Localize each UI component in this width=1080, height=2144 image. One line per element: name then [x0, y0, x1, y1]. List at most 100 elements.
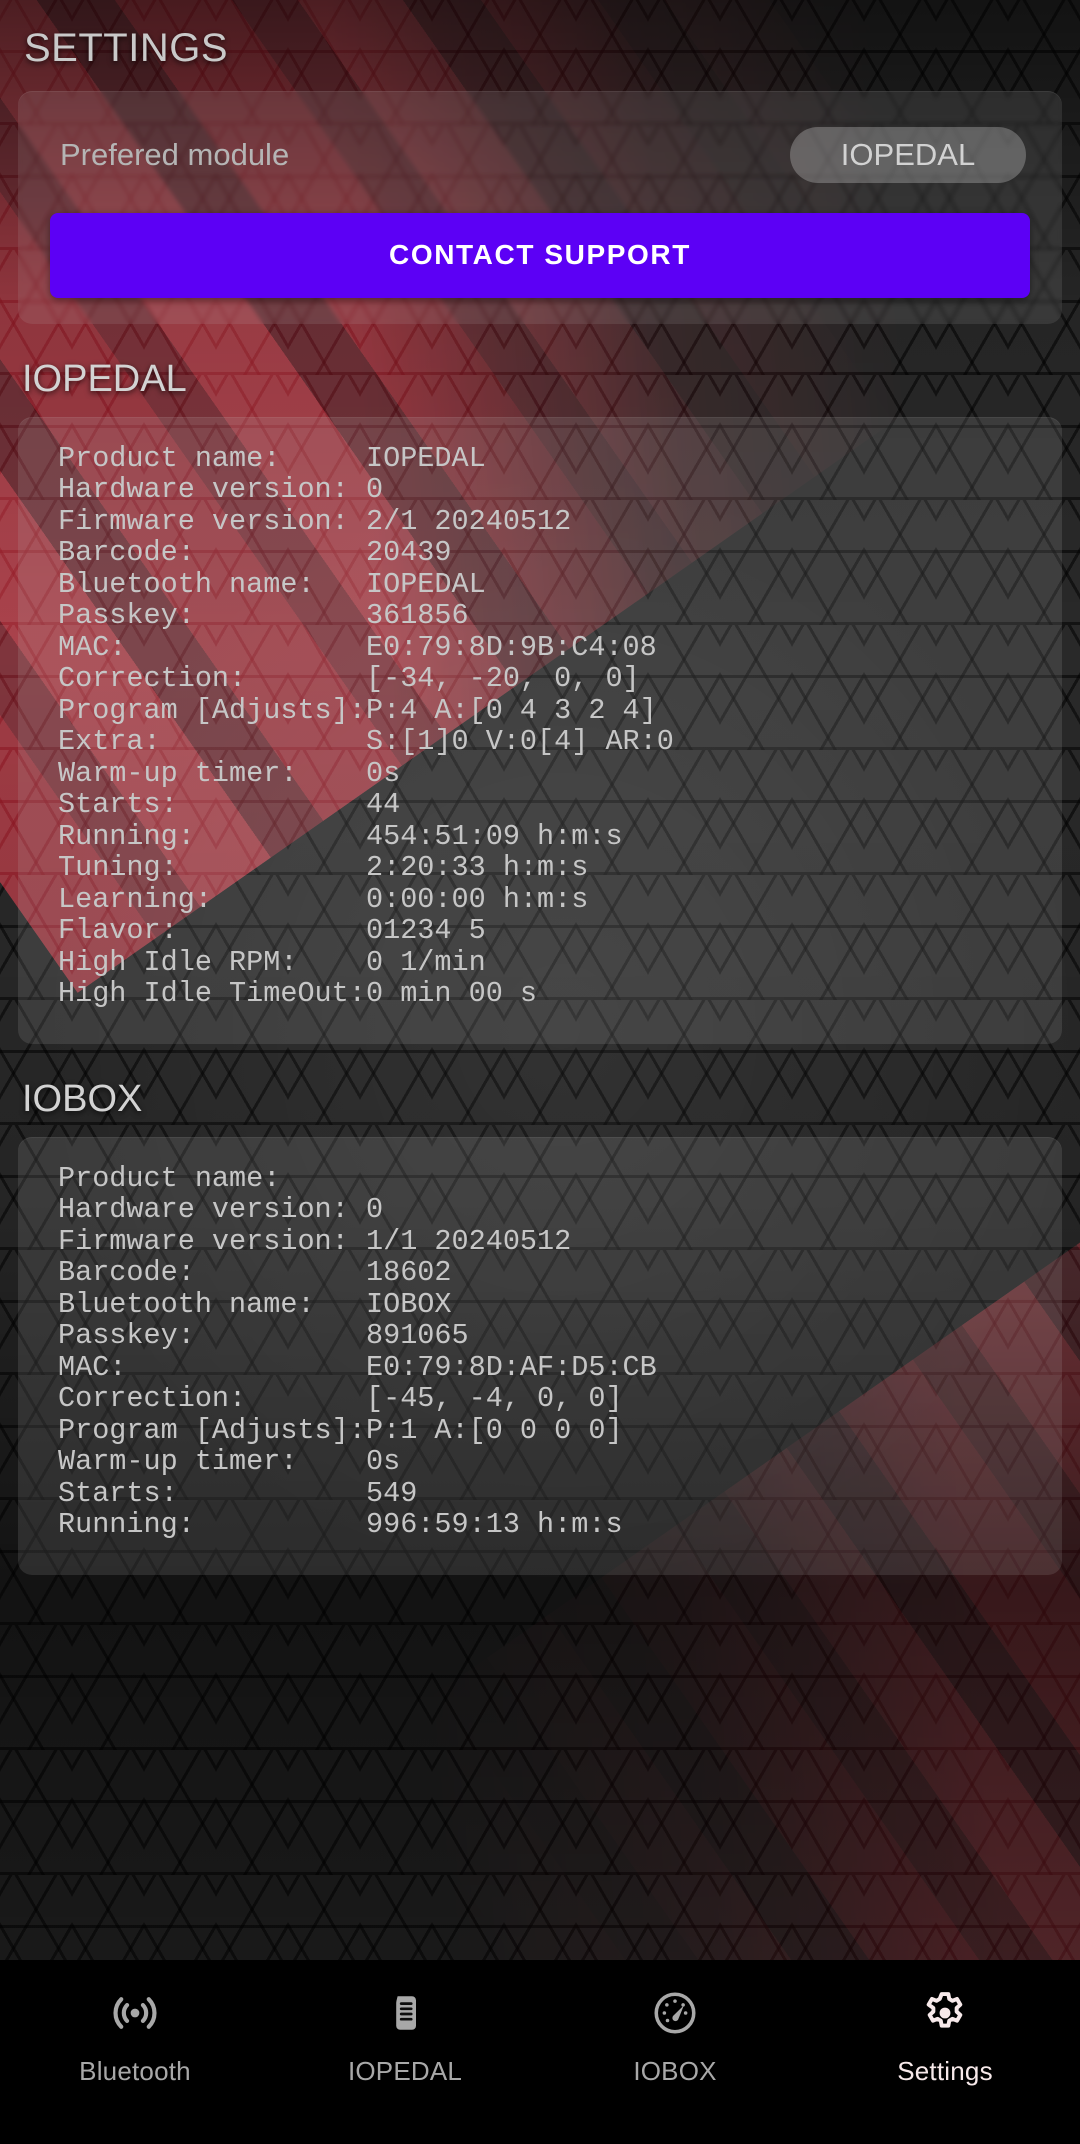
info-row: Firmware version: 1/1 20240512: [58, 1226, 1062, 1258]
scroll-content[interactable]: SETTINGS Prefered module IOPEDAL CONTACT…: [0, 0, 1080, 1960]
info-row-key: Starts:: [58, 788, 178, 822]
info-row-value: P:1 A:[0 0 0 0]: [366, 1413, 623, 1447]
info-row: Bluetooth name: IOPEDAL: [58, 569, 1062, 601]
nav-item-label: IOBOX: [633, 2056, 717, 2086]
info-row-key: High Idle RPM:: [58, 945, 298, 979]
module-info-table: Product name: IOPEDAL Hardware version: 0 Fi…: [18, 443, 1062, 1010]
nav-item-label: IOPEDAL: [347, 2056, 463, 2086]
page-title: SETTINGS: [24, 26, 229, 70]
info-row: MAC: E0:79:8D:AF:D5:CB: [58, 1352, 1062, 1384]
info-row-key: Firmware version:: [58, 504, 349, 538]
info-row-value: 20439: [366, 536, 452, 570]
app-root: SETTINGS Prefered module IOPEDAL CONTACT…: [0, 0, 1080, 2144]
info-row: Running: 454:51:09 h:m:s: [58, 821, 1062, 853]
info-row-key: MAC:: [58, 1350, 127, 1384]
info-row-value: 361856: [366, 599, 469, 633]
info-row: High Idle RPM: 0 1/min: [58, 947, 1062, 979]
info-row-value: 891065: [366, 1319, 469, 1353]
info-row-key: Bluetooth name:: [58, 567, 315, 601]
broadcast-icon: [108, 1986, 162, 2040]
info-row: Flavor: 01234 5: [58, 915, 1062, 947]
speedometer-icon: [648, 1986, 702, 2040]
bottom-navigation: Bluetooth IOPEDAL IOBOX Settings: [0, 1960, 1080, 2144]
info-row: Barcode: 20439: [58, 537, 1062, 569]
info-row-value: 2:20:33 h:m:s: [366, 851, 589, 885]
info-row-key: Product name:: [58, 1161, 281, 1195]
nav-item-bluetooth[interactable]: Bluetooth: [0, 1986, 270, 2087]
info-row-key: Correction:: [58, 662, 247, 696]
info-row-key: Correction:: [58, 1382, 247, 1416]
info-row-value: 2/1 20240512: [366, 504, 572, 538]
info-row-value: [-45, -4, 0, 0]: [366, 1382, 623, 1416]
info-row-key: Passkey:: [58, 599, 195, 633]
info-row-key: Tuning:: [58, 851, 178, 885]
info-row-value: [-34, -20, 0, 0]: [366, 662, 640, 696]
gear-icon: [918, 1986, 972, 2040]
info-row-value: 0: [366, 1193, 384, 1227]
info-row-value: 0 min 00 s: [366, 977, 538, 1011]
module-section-title: IOPEDAL: [22, 357, 187, 400]
info-row: Bluetooth name: IOBOX: [58, 1289, 1062, 1321]
nav-item-iopedal[interactable]: IOPEDAL: [270, 1986, 540, 2087]
info-row-key: Barcode:: [58, 1256, 195, 1290]
pedal-icon: [378, 1986, 432, 2040]
info-row-key: Learning:: [58, 882, 212, 916]
info-row-value: IOPEDAL: [366, 441, 486, 475]
info-row-key: Flavor:: [58, 914, 178, 948]
info-row-key: Bluetooth name:: [58, 1287, 315, 1321]
info-row: Hardware version: 0: [58, 474, 1062, 506]
info-row-key: Barcode:: [58, 536, 195, 570]
nav-item-settings[interactable]: Settings: [810, 1986, 1080, 2087]
preferred-module-row[interactable]: Prefered module IOPEDAL: [36, 113, 1044, 201]
info-row: Warm-up timer: 0s: [58, 1446, 1062, 1478]
info-row-key: Hardware version:: [58, 1193, 349, 1227]
info-row-value: 996:59:13 h:m:s: [366, 1508, 623, 1542]
info-row-value: 0: [366, 473, 384, 507]
nav-item-iobox[interactable]: IOBOX: [540, 1986, 810, 2087]
info-row-key: Starts:: [58, 1476, 178, 1510]
info-row-value: 1/1 20240512: [366, 1224, 572, 1258]
info-row-key: Hardware version:: [58, 473, 349, 507]
info-row-value: S:[1]0 V:0[4] AR:0: [366, 725, 674, 759]
info-row-key: Warm-up timer:: [58, 1445, 298, 1479]
info-row: Starts: 44: [58, 789, 1062, 821]
info-row-value: 18602: [366, 1256, 452, 1290]
info-row-key: Program [Adjusts]:: [58, 1413, 366, 1447]
info-row: Passkey: 361856: [58, 600, 1062, 632]
info-row-key: Product name:: [58, 441, 281, 475]
info-row: Product name: IOPEDAL: [58, 443, 1062, 475]
info-row-key: Running:: [58, 1508, 195, 1542]
info-row-key: Running:: [58, 819, 195, 853]
info-row-key: Extra:: [58, 725, 161, 759]
preferred-module-chip[interactable]: IOPEDAL: [790, 127, 1026, 183]
info-row: MAC: E0:79:8D:9B:C4:08: [58, 632, 1062, 664]
info-row: Starts: 549: [58, 1478, 1062, 1510]
info-row: Extra: S:[1]0 V:0[4] AR:0: [58, 726, 1062, 758]
info-row-value: IOBOX: [366, 1287, 452, 1321]
module-info-card: Product name: Hardware version: 0 Firmware …: [18, 1136, 1062, 1575]
info-row-key: MAC:: [58, 630, 127, 664]
module-section-title: IOBOX: [22, 1077, 143, 1120]
settings-card: Prefered module IOPEDAL CONTACT SUPPORT: [18, 91, 1062, 324]
info-row: Warm-up timer: 0s: [58, 758, 1062, 790]
info-row-key: Warm-up timer:: [58, 756, 298, 790]
info-row: Program [Adjusts]: P:1 A:[0 0 0 0]: [58, 1415, 1062, 1447]
info-row: Product name:: [58, 1163, 1062, 1195]
contact-support-button[interactable]: CONTACT SUPPORT: [50, 212, 1030, 298]
info-row-value: 01234 5: [366, 914, 486, 948]
info-row: High Idle TimeOut: 0 min 00 s: [58, 978, 1062, 1010]
info-row-value: E0:79:8D:AF:D5:CB: [366, 1350, 657, 1384]
info-row-key: Program [Adjusts]:: [58, 693, 366, 727]
info-row: Firmware version: 2/1 20240512: [58, 506, 1062, 538]
info-row: Passkey: 891065: [58, 1320, 1062, 1352]
preferred-module-label: Prefered module: [60, 136, 290, 172]
nav-item-label: Settings: [897, 2056, 993, 2086]
info-row-value: E0:79:8D:9B:C4:08: [366, 630, 657, 664]
info-row: Barcode: 18602: [58, 1257, 1062, 1289]
info-row-value: 0s: [366, 756, 401, 790]
info-row-key: High Idle TimeOut:: [58, 977, 366, 1011]
info-row-value: P:4 A:[0 4 3 2 4]: [366, 693, 657, 727]
info-row-key: Passkey:: [58, 1319, 195, 1353]
module-info-card: Product name: IOPEDAL Hardware version: 0 Fi…: [18, 416, 1062, 1044]
modules-container: IOPEDAL Product name: IOPEDAL Hardware vers…: [0, 324, 1080, 1575]
